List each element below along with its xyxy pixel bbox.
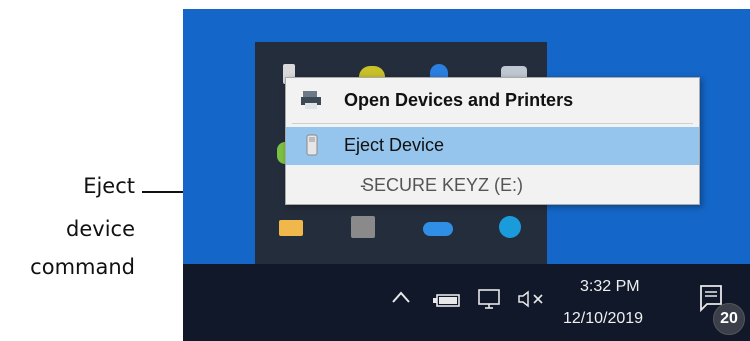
menu-item-eject-device[interactable]: Eject Device: [286, 127, 699, 165]
clock-date[interactable]: 12/10/2019: [563, 310, 643, 328]
chevron-up-icon[interactable]: [391, 290, 411, 309]
onedrive-icon[interactable]: [423, 222, 453, 236]
menu-item-secure-keyz[interactable]: - SECURE KEYZ (E:): [286, 167, 699, 205]
callout-line-3: command: [30, 255, 135, 279]
callout-line-2: device: [66, 217, 135, 241]
menu-item-label: Open Devices and Printers: [344, 90, 574, 110]
usb-context-menu: Open Devices and Printers Eject Device -…: [285, 77, 700, 205]
menu-item-label: Eject Device: [344, 135, 445, 155]
clock-time[interactable]: 3:32 PM: [580, 278, 640, 296]
skype-icon[interactable]: [499, 216, 521, 238]
printer-icon: [300, 89, 324, 111]
battery-icon[interactable]: [432, 292, 462, 313]
menu-separator: [292, 123, 693, 124]
taskbar: [183, 264, 750, 341]
volume-muted-icon[interactable]: [517, 289, 547, 314]
mail-icon[interactable]: [279, 220, 303, 236]
usb-drive-icon: [300, 134, 324, 156]
menu-item-open-devices-and-printers[interactable]: Open Devices and Printers: [286, 82, 699, 120]
network-drive-icon[interactable]: [351, 216, 375, 238]
network-icon[interactable]: [477, 288, 503, 315]
menu-item-label: SECURE KEYZ (E:): [362, 175, 524, 195]
notification-count-badge: 20: [713, 303, 745, 335]
callout-line-1: Eject: [83, 174, 135, 198]
